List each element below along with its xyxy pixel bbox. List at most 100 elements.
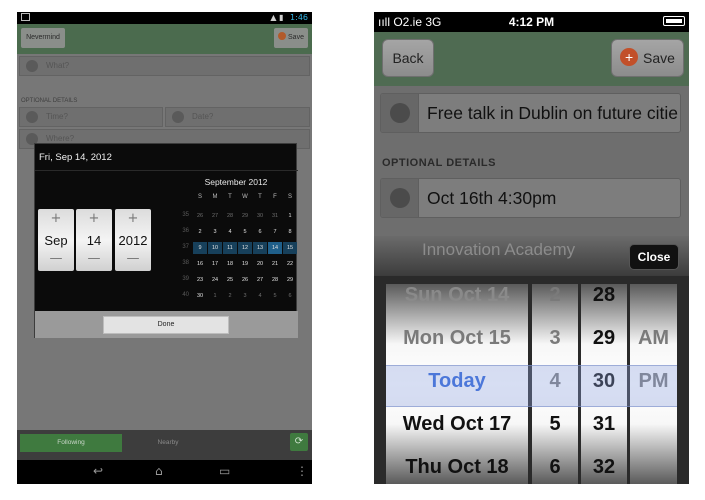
calendar-day[interactable]: 27: [208, 210, 222, 222]
calendar-icon: [172, 111, 184, 123]
minute-wheel-option[interactable]: 32: [581, 456, 627, 479]
minute-wheel[interactable]: 28 29 30 31 32: [581, 284, 627, 484]
calendar-day[interactable]: 23: [193, 274, 207, 286]
calendar-day[interactable]: 21: [268, 258, 282, 270]
nevermind-button[interactable]: Nevermind: [21, 28, 65, 48]
date-field[interactable]: Date?: [165, 107, 310, 127]
menu-icon[interactable]: ⋮: [296, 464, 308, 478]
tab-nearby[interactable]: Nearby: [127, 434, 209, 452]
done-button[interactable]: Done: [103, 316, 229, 334]
calendar-day[interactable]: 15: [283, 242, 297, 254]
recent-apps-icon[interactable]: ▭: [219, 464, 230, 478]
calendar-day[interactable]: 5: [268, 290, 282, 302]
calendar-day[interactable]: 6: [253, 226, 267, 238]
date-wheel-option[interactable]: Thu Oct 18: [386, 456, 528, 479]
ios-nav-bar: Back + Save: [374, 32, 689, 86]
close-button[interactable]: Close: [629, 244, 679, 270]
calendar-week-number: 36: [182, 228, 189, 234]
day-spinner[interactable]: + 14 —: [76, 209, 112, 271]
calendar-day[interactable]: 1: [283, 210, 297, 222]
event-title-field[interactable]: Free talk in Dublin on future citie: [380, 93, 681, 133]
calendar-day[interactable]: 4: [223, 226, 237, 238]
hour-wheel-option[interactable]: 3: [532, 327, 578, 350]
hour-wheel-option[interactable]: 4: [532, 370, 578, 393]
calendar-day[interactable]: 16: [193, 258, 207, 270]
calendar-day[interactable]: 27: [253, 274, 267, 286]
calendar-day[interactable]: 11: [223, 242, 237, 254]
save-button[interactable]: Save: [274, 28, 308, 48]
minute-wheel-option[interactable]: 30: [581, 370, 627, 393]
save-icon: [278, 32, 287, 40]
calendar-day[interactable]: 26: [238, 274, 252, 286]
calendar-day[interactable]: 8: [283, 226, 297, 238]
what-field[interactable]: What?: [19, 56, 310, 76]
calendar-day[interactable]: 17: [208, 258, 222, 270]
calendar-day[interactable]: 1: [208, 290, 222, 302]
calendar-day[interactable]: 24: [208, 274, 222, 286]
hour-wheel[interactable]: 2 3 4 5 6: [532, 284, 578, 484]
calendar-day[interactable]: 18: [223, 258, 237, 270]
hour-wheel-option[interactable]: 6: [532, 456, 578, 479]
calendar-day[interactable]: 28: [223, 210, 237, 222]
calendar-week-number: 37: [182, 244, 189, 250]
calendar-day[interactable]: 30: [253, 210, 267, 222]
ampm-wheel-option[interactable]: AM: [630, 327, 677, 350]
calendar-day[interactable]: 9: [193, 242, 207, 254]
ampm-wheel-option[interactable]: PM: [630, 370, 677, 393]
calendar-day[interactable]: 28: [268, 274, 282, 286]
day-increment-button[interactable]: +: [76, 211, 112, 226]
refresh-icon[interactable]: ⟳: [290, 433, 308, 451]
year-increment-button[interactable]: +: [115, 211, 151, 226]
date-wheel-option[interactable]: Sun Oct 14: [386, 284, 528, 307]
day-decrement-button[interactable]: —: [76, 251, 112, 266]
hour-wheel-option[interactable]: 5: [532, 413, 578, 436]
calendar-day[interactable]: 3: [208, 226, 222, 238]
back-button[interactable]: Back: [382, 39, 434, 77]
calendar-day[interactable]: 7: [268, 226, 282, 238]
tab-following[interactable]: Following: [20, 434, 122, 452]
year-spinner[interactable]: + 2012 —: [115, 209, 151, 271]
calendar-day[interactable]: 13: [253, 242, 267, 254]
calendar-day[interactable]: 5: [238, 226, 252, 238]
date-wheel-option[interactable]: Mon Oct 15: [386, 327, 528, 350]
calendar-day[interactable]: 29: [238, 210, 252, 222]
calendar-weekday-label: T: [228, 194, 232, 200]
calendar-weekday-label: S: [287, 194, 292, 200]
calendar-day[interactable]: 31: [268, 210, 282, 222]
date-wheel-option[interactable]: Wed Oct 17: [386, 413, 528, 436]
calendar-day[interactable]: 22: [283, 258, 297, 270]
calendar-week-number: 39: [182, 276, 189, 282]
time-field[interactable]: Time?: [19, 107, 163, 127]
date-wheel[interactable]: Sun Oct 14 Mon Oct 15 Today Wed Oct 17 Thu O…: [386, 284, 528, 484]
calendar-day[interactable]: 3: [238, 290, 252, 302]
calendar-day[interactable]: 6: [283, 290, 297, 302]
calendar-day[interactable]: 2: [193, 226, 207, 238]
calendar-day[interactable]: 29: [283, 274, 297, 286]
calendar-view[interactable]: September 2012 S M T W T F S 35 36 37 38 39 40 26 27 28…: [175, 172, 297, 312]
month-increment-button[interactable]: +: [38, 211, 74, 226]
calendar-day[interactable]: 12: [238, 242, 252, 254]
date-time-picker[interactable]: Sun Oct 14 Mon Oct 15 Today Wed Oct 17 Thu O…: [374, 276, 689, 484]
ampm-wheel[interactable]: AM PM: [630, 284, 677, 484]
month-decrement-button[interactable]: —: [38, 251, 74, 266]
calendar-day[interactable]: 14: [268, 242, 282, 254]
time-field[interactable]: Oct 16th 4:30pm: [380, 178, 681, 218]
calendar-day[interactable]: 20: [253, 258, 267, 270]
calendar-day[interactable]: 4: [253, 290, 267, 302]
hour-wheel-option[interactable]: 2: [532, 284, 578, 307]
date-wheel-option[interactable]: Today: [386, 370, 528, 393]
calendar-day[interactable]: 2: [223, 290, 237, 302]
save-button[interactable]: + Save: [611, 39, 684, 77]
calendar-day[interactable]: 19: [238, 258, 252, 270]
calendar-day[interactable]: 30: [193, 290, 207, 302]
home-nav-icon[interactable]: ⌂: [155, 464, 163, 478]
minute-wheel-option[interactable]: 31: [581, 413, 627, 436]
back-nav-icon[interactable]: ↩: [93, 464, 103, 478]
minute-wheel-option[interactable]: 28: [581, 284, 627, 307]
minute-wheel-option[interactable]: 29: [581, 327, 627, 350]
calendar-day[interactable]: 26: [193, 210, 207, 222]
month-spinner[interactable]: + Sep —: [38, 209, 74, 271]
year-decrement-button[interactable]: —: [115, 251, 151, 266]
calendar-day[interactable]: 10: [208, 242, 222, 254]
calendar-day[interactable]: 25: [223, 274, 237, 286]
